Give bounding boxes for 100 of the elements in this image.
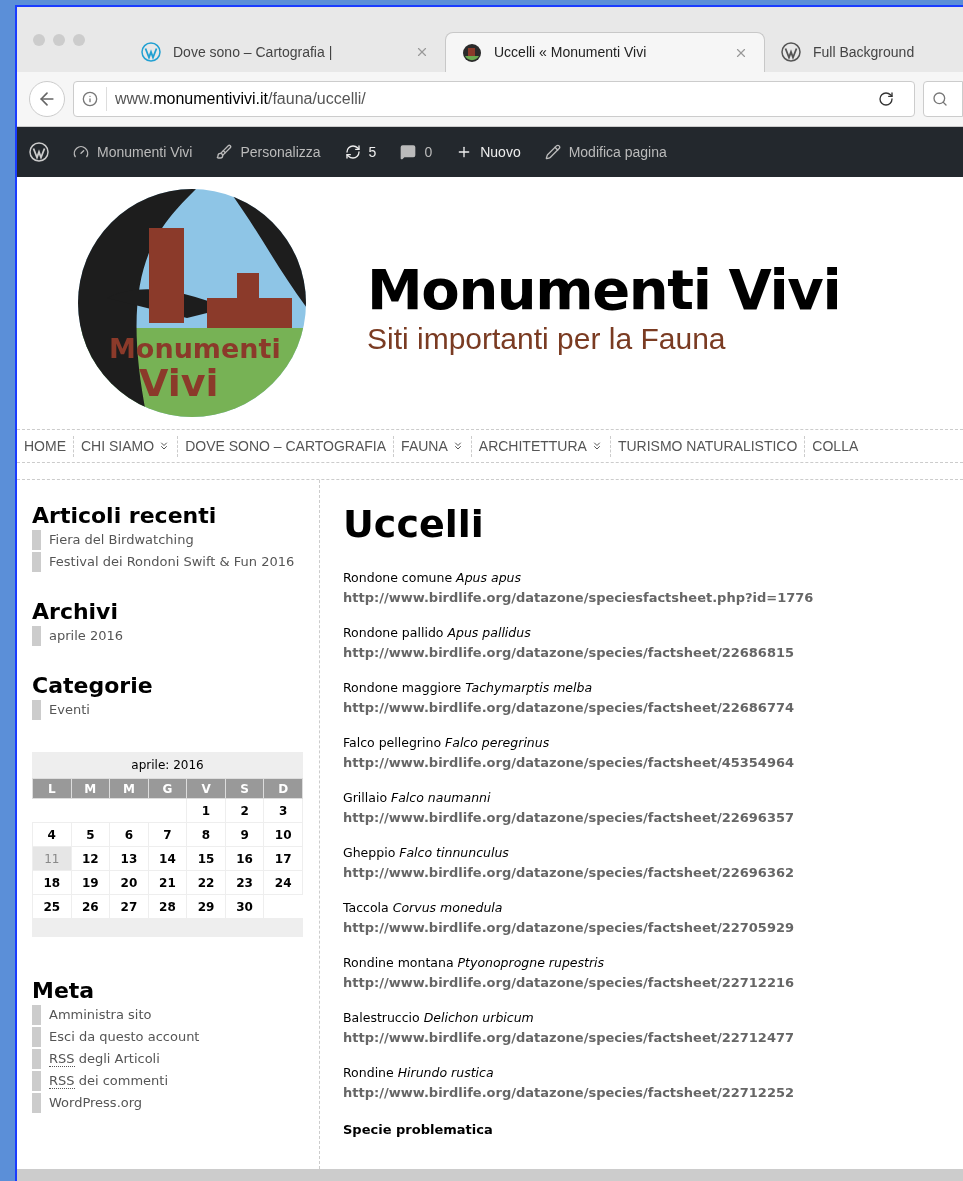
sidebar-link[interactable]: WordPress.org — [49, 1093, 143, 1113]
species-link[interactable]: http://www.birdlife.org/datazone/species/factsheet/22696362 — [343, 863, 963, 883]
sidebar-link[interactable]: Eventi — [49, 700, 90, 720]
species-link[interactable]: http://www.birdlife.org/datazone/species/factsheet/22686815 — [343, 643, 963, 663]
sidebar-link[interactable]: Amministra sito — [49, 1005, 152, 1025]
weekday-header: M — [71, 778, 110, 799]
url-text: www.monumentivivi.it/fauna/uccelli/ — [106, 87, 366, 111]
sidebar-link[interactable]: aprile 2016 — [49, 626, 123, 646]
menu-item[interactable]: HOME — [17, 435, 73, 457]
brush-icon — [216, 144, 233, 160]
close-icon[interactable] — [415, 45, 429, 59]
admin-bar-item[interactable]: Modifica pagina — [544, 141, 667, 163]
bullet-marker — [32, 1027, 41, 1047]
comment-icon — [400, 144, 417, 160]
sidebar-link[interactable]: Festival dei Rondoni Swift & Fun 2016 — [49, 552, 295, 572]
calendar-day: 25 — [32, 894, 72, 919]
menu-item[interactable]: TURISMO NATURALISTICO — [609, 435, 805, 457]
page-title: Uccelli — [343, 501, 485, 548]
calendar-day: 16 — [225, 846, 264, 871]
calendar-day: 29 — [186, 894, 226, 919]
species-link[interactable]: http://www.birdlife.org/datazone/species/factsheet/45354964 — [343, 753, 963, 773]
calendar-day: 7 — [148, 822, 187, 847]
species-link[interactable]: http://www.birdlife.org/datazone/species/factsheet/22712477 — [343, 1028, 963, 1048]
species-name: Taccola Corvus monedula — [343, 899, 504, 917]
calendar-day: 14 — [148, 846, 187, 871]
bullet-marker — [32, 552, 41, 572]
bullet-marker — [32, 1049, 41, 1069]
species-link[interactable]: http://www.birdlife.org/datazone/species/factsheet/22712252 — [343, 1083, 963, 1103]
sidebar-link[interactable]: RSS degli Articoli — [49, 1049, 160, 1069]
admin-bar-item[interactable]: Personalizza — [216, 141, 321, 163]
calendar-day: 2 — [225, 798, 264, 823]
menu-item[interactable]: DOVE SONO – CARTOGRAFIA — [177, 435, 394, 457]
calendar-day: 11 — [32, 846, 72, 871]
calendar-day: 19 — [71, 870, 110, 895]
species-link[interactable]: http://www.birdlife.org/datazone/species/factsheet/22705929 — [343, 918, 963, 938]
species-name: Rondone pallido Apus pallidus — [343, 624, 532, 642]
widget-title: Meta — [32, 977, 96, 1005]
wordpress-logo-icon — [29, 142, 49, 162]
browser-tab[interactable]: Full Background — [765, 32, 931, 72]
wordpress-icon — [781, 42, 801, 62]
reload-icon[interactable] — [878, 91, 894, 107]
window-control-icon[interactable] — [33, 33, 45, 46]
calendar-day: 28 — [148, 894, 187, 919]
browser-tab[interactable]: Uccelli « Monumenti Vivi — [445, 32, 765, 72]
menu-item[interactable]: CHI SIAMO — [73, 435, 178, 457]
refresh-icon — [344, 144, 361, 160]
species-link[interactable]: http://www.birdlife.org/datazone/species/factsheet/22686774 — [343, 698, 963, 718]
window-control-icon[interactable] — [53, 33, 65, 46]
dashboard-icon — [73, 144, 89, 160]
admin-bar-item[interactable]: Monumenti Vivi — [73, 141, 193, 163]
species-name: Rondine Hirundo rustica — [343, 1064, 495, 1082]
widget-title: Categorie — [32, 672, 154, 700]
calendar-day: 3 — [263, 798, 303, 823]
sidebar-link[interactable]: Esci da questo account — [49, 1027, 200, 1047]
calendar-day: 24 — [263, 870, 303, 895]
calendar-day: 1 — [186, 798, 226, 823]
browser-tab[interactable]: Dove sono – Cartografia | — [125, 32, 445, 72]
bullet-marker — [32, 1005, 41, 1025]
weekday-header: V — [186, 778, 226, 799]
species-link[interactable]: http://www.birdlife.org/datazone/species/factsheet/22696357 — [343, 808, 963, 828]
species-name: Falco pellegrino Falco peregrinus — [343, 734, 551, 752]
species-link[interactable]: http://www.birdlife.org/datazone/species/factsheet/22712216 — [343, 973, 963, 993]
admin-bar-item[interactable]: 0 — [400, 141, 433, 163]
calendar-day: 17 — [263, 846, 303, 871]
widget-title: Archivi — [32, 598, 119, 626]
weekday-header: S — [225, 778, 264, 799]
calendar-day: 20 — [109, 870, 149, 895]
section-heading: Specie problematica — [343, 1121, 494, 1139]
back-button[interactable] — [29, 81, 65, 117]
menu-item[interactable]: FAUNA — [393, 435, 471, 457]
calendar-day: 23 — [225, 870, 264, 895]
species-name: Grillaio Falco naumanni — [343, 789, 492, 807]
calendar-day: 18 — [32, 870, 72, 895]
site-title[interactable]: Monumenti Vivi — [367, 258, 841, 322]
species-link[interactable]: http://www.birdlife.org/datazone/speciesfactsheet.php?id=1776 — [343, 588, 963, 608]
calendar-day: 15 — [186, 846, 226, 871]
tab-title: Uccelli « Monumenti Vivi — [494, 43, 648, 62]
calendar-day: 13 — [109, 846, 149, 871]
site-tagline: Siti importanti per la Fauna — [367, 322, 727, 356]
weekday-header: D — [263, 778, 303, 799]
weekday-header: L — [32, 778, 72, 799]
calendar-day: 12 — [71, 846, 110, 871]
species-name: Gheppio Falco tinnunculus — [343, 844, 510, 862]
window-control-icon[interactable] — [73, 33, 85, 46]
admin-bar-item[interactable]: 5 — [344, 141, 377, 163]
sidebar-link[interactable]: Fiera del Birdwatching — [49, 530, 194, 550]
species-name: Rondone maggiore Tachymarptis melba — [343, 679, 594, 697]
pencil-icon — [544, 144, 561, 160]
bullet-marker — [32, 626, 41, 646]
sidebar-link[interactable]: RSS dei commenti — [49, 1071, 169, 1091]
bullet-marker — [32, 700, 41, 720]
calendar-day: 30 — [225, 894, 264, 919]
bullet-marker — [32, 1071, 41, 1091]
admin-bar-item[interactable]: Nuovo — [456, 141, 521, 163]
calendar-day: 21 — [148, 870, 187, 895]
search-field[interactable] — [923, 81, 963, 117]
menu-item[interactable]: COLLA — [804, 435, 866, 457]
menu-item[interactable]: ARCHITETTURA — [470, 435, 610, 457]
address-bar[interactable]: www.monumentivivi.it/fauna/uccelli/ — [73, 81, 915, 117]
calendar-day: 27 — [109, 894, 149, 919]
